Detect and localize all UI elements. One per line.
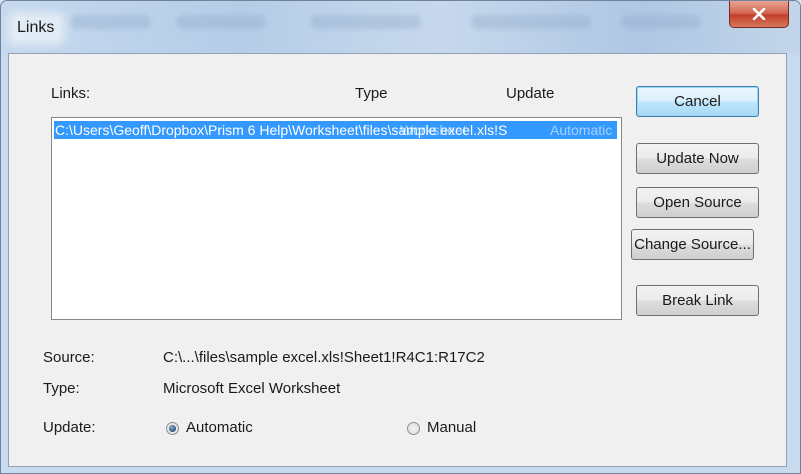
title-bar-background	[176, 15, 266, 29]
links-list[interactable]: C:\Users\Geoff\Dropbox\Prism 6 Help\Work…	[51, 117, 622, 320]
automatic-radio-label[interactable]: Automatic	[186, 419, 253, 436]
link-type: Worksheet	[400, 122, 467, 138]
title-bar: Links	[1, 1, 800, 53]
update-column-header: Update	[506, 85, 555, 102]
update-now-button[interactable]: Update Now	[636, 143, 759, 174]
title-bar-background	[71, 15, 151, 29]
links-dialog: Links Links: Type Update C:\Users\Geoff\…	[0, 0, 801, 474]
close-icon	[752, 8, 766, 20]
links-column-header: Links:	[51, 85, 91, 102]
break-link-button[interactable]: Break Link	[636, 285, 759, 316]
close-button[interactable]	[729, 1, 789, 28]
title-bar-background	[471, 15, 591, 29]
type-column-header: Type	[355, 85, 388, 102]
link-update-mode: Automatic	[550, 122, 613, 138]
dialog-body: Links: Type Update C:\Users\Geoff\Dropbo…	[8, 53, 787, 467]
link-row-selected[interactable]: C:\Users\Geoff\Dropbox\Prism 6 Help\Work…	[54, 121, 617, 139]
change-source-button[interactable]: Change Source...	[631, 229, 754, 260]
source-label: Source:	[43, 349, 95, 366]
manual-radio[interactable]	[407, 422, 420, 435]
window-title: Links	[13, 17, 61, 40]
type-label: Type:	[43, 380, 80, 397]
open-source-button[interactable]: Open Source	[636, 187, 759, 218]
title-bar-background	[621, 15, 701, 29]
type-value: Microsoft Excel Worksheet	[163, 380, 341, 397]
source-value: C:\...\files\sample excel.xls!Sheet1!R4C…	[163, 349, 485, 366]
manual-radio-label[interactable]: Manual	[427, 419, 476, 436]
cancel-button[interactable]: Cancel	[636, 86, 759, 117]
title-bar-background	[311, 15, 421, 29]
update-label: Update:	[43, 419, 96, 436]
automatic-radio[interactable]	[166, 422, 179, 435]
